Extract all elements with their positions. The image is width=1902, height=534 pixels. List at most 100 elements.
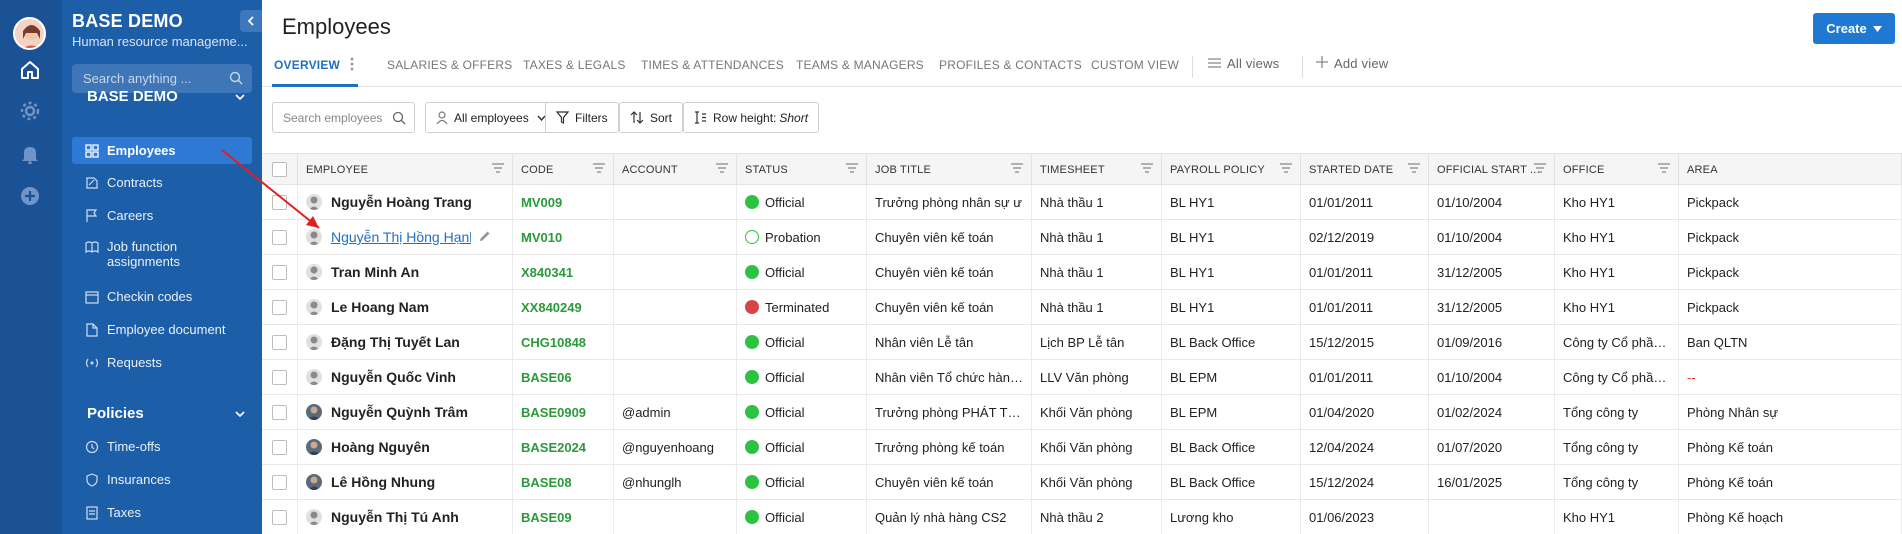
collapse-sidebar-button[interactable] bbox=[240, 10, 262, 32]
column-header-code[interactable]: CODE bbox=[513, 154, 614, 185]
employee-name[interactable]: Tran Minh An bbox=[331, 264, 419, 280]
column-filter-icon[interactable] bbox=[846, 163, 858, 176]
row-height-button[interactable]: Row height: Short bbox=[683, 102, 820, 133]
column-header-office[interactable]: OFFICE bbox=[1555, 154, 1679, 185]
row-checkbox[interactable] bbox=[272, 509, 287, 525]
employee-name[interactable]: Nguyễn Thị Tú Anh bbox=[331, 509, 459, 525]
section-policies[interactable]: Policies bbox=[87, 405, 245, 422]
filters-button[interactable]: Filters bbox=[545, 102, 619, 133]
column-filter-icon[interactable] bbox=[593, 163, 605, 176]
column-filter-icon[interactable] bbox=[1141, 163, 1153, 176]
cell-employee[interactable]: Nguyễn Quốc Vinh bbox=[298, 360, 513, 394]
column-filter-icon[interactable] bbox=[1011, 163, 1023, 176]
sidebar-item-careers[interactable]: Careers bbox=[72, 202, 252, 229]
tab-times-attendances[interactable]: TIMES & ATTENDANCES bbox=[641, 58, 784, 72]
employee-name[interactable]: Nguyễn Thị Hồng Hạnh bbox=[331, 229, 471, 245]
column-header-employee[interactable]: EMPLOYEE bbox=[298, 154, 513, 185]
all-views-button[interactable]: All views bbox=[1208, 56, 1279, 71]
sidebar-item-insurances[interactable]: Insurances bbox=[72, 466, 252, 493]
tab-custom-view[interactable]: CUSTOM VIEW bbox=[1091, 58, 1179, 72]
sidebar-item-requests[interactable]: Requests bbox=[72, 349, 252, 376]
all-employees-dropdown[interactable]: All employees bbox=[425, 102, 557, 133]
row-checkbox[interactable] bbox=[272, 439, 287, 455]
tab-teams-managers[interactable]: TEAMS & MANAGERS bbox=[796, 58, 924, 72]
column-header-started-date[interactable]: STARTED DATE bbox=[1301, 154, 1429, 185]
column-header-official-start[interactable]: OFFICIAL START ... bbox=[1429, 154, 1555, 185]
column-header-status[interactable]: STATUS bbox=[737, 154, 867, 185]
create-button[interactable]: Create bbox=[1813, 13, 1895, 44]
table-row[interactable]: Nguyễn Thị Tú Anh BASE09 Official Quản lý n… bbox=[262, 500, 1902, 534]
column-header-payroll-policy[interactable]: PAYROLL POLICY bbox=[1162, 154, 1301, 185]
cell-timesheet: Khối Văn phòng bbox=[1032, 430, 1162, 464]
tab-taxes-legals[interactable]: TAXES & LEGALS bbox=[523, 58, 626, 72]
column-filter-icon[interactable] bbox=[716, 163, 728, 176]
row-checkbox[interactable] bbox=[272, 369, 287, 385]
table-row[interactable]: Tran Minh An X840341 Official Chuyên viên k… bbox=[262, 255, 1902, 290]
column-filter-icon[interactable] bbox=[492, 163, 504, 176]
employee-name[interactable]: Hoàng Nguyên bbox=[331, 439, 430, 455]
table-row[interactable]: Le Hoang Nam XX840249 Terminated Chuyên viê… bbox=[262, 290, 1902, 325]
column-filter-icon[interactable] bbox=[1534, 163, 1546, 176]
column-header-timesheet[interactable]: TIMESHEET bbox=[1032, 154, 1162, 185]
add-view-button[interactable]: Add view bbox=[1316, 56, 1388, 71]
employee-name[interactable]: Đặng Thị Tuyết Lan bbox=[331, 334, 460, 350]
cell-employee[interactable]: Nguyễn Thị Hồng Hạnh bbox=[298, 220, 513, 254]
home-icon[interactable] bbox=[17, 57, 43, 83]
cell-employee[interactable]: Đặng Thị Tuyết Lan bbox=[298, 325, 513, 359]
column-header-account[interactable]: ACCOUNT bbox=[614, 154, 737, 185]
table-row[interactable]: Lê Hồng Nhung BASE08 @nhunglh Official Chuyê… bbox=[262, 465, 1902, 500]
employee-name[interactable]: Lê Hồng Nhung bbox=[331, 474, 435, 490]
sidebar-item-contracts[interactable]: Contracts bbox=[72, 169, 252, 196]
column-filter-icon[interactable] bbox=[1408, 163, 1420, 176]
cell-employee[interactable]: Hoàng Nguyên bbox=[298, 430, 513, 464]
cell-employee[interactable]: Nguyễn Hoàng Trang bbox=[298, 185, 513, 219]
row-checkbox[interactable] bbox=[272, 264, 287, 280]
row-checkbox[interactable] bbox=[272, 474, 287, 490]
table-row[interactable]: Nguyễn Quốc Vinh BASE06 Official Nhân viên … bbox=[262, 360, 1902, 395]
settings-gear-icon[interactable] bbox=[17, 98, 43, 124]
sort-button[interactable]: Sort bbox=[619, 102, 684, 133]
row-checkbox[interactable] bbox=[272, 229, 287, 245]
cell-employee[interactable]: Nguyễn Thị Tú Anh bbox=[298, 500, 513, 534]
column-filter-icon[interactable] bbox=[1658, 163, 1670, 176]
payroll-policy-value: BL Back Office bbox=[1170, 439, 1256, 455]
employee-name[interactable]: Nguyễn Quốc Vinh bbox=[331, 369, 456, 385]
employee-name[interactable]: Le Hoang Nam bbox=[331, 299, 429, 315]
employee-name[interactable]: Nguyễn Quỳnh Trâm bbox=[331, 404, 468, 420]
notification-bell-icon[interactable] bbox=[17, 141, 43, 167]
sidebar-item-employee-document[interactable]: Employee document bbox=[72, 316, 252, 343]
search-employees-input[interactable]: Search employees bbox=[272, 102, 415, 133]
sidebar-item-employees[interactable]: Employees bbox=[72, 137, 252, 164]
user-avatar[interactable] bbox=[13, 17, 46, 50]
select-all-checkbox[interactable] bbox=[272, 162, 287, 177]
section-base-demo[interactable]: BASE DEMO bbox=[87, 88, 245, 105]
cell-employee[interactable]: Lê Hồng Nhung bbox=[298, 465, 513, 499]
edit-pencil-icon[interactable] bbox=[479, 229, 491, 245]
sidebar-item-checkin-codes[interactable]: Checkin codes bbox=[72, 283, 252, 310]
sidebar-item-time-offs[interactable]: Time-offs bbox=[72, 433, 252, 460]
column-header-job-title[interactable]: JOB TITLE bbox=[867, 154, 1032, 185]
row-checkbox[interactable] bbox=[272, 194, 287, 210]
sidebar-item-job-function-assignments[interactable]: Job function assignments bbox=[72, 236, 252, 276]
table-row[interactable]: Nguyễn Quỳnh Trâm BASE0909 @admin Official T… bbox=[262, 395, 1902, 430]
row-checkbox[interactable] bbox=[272, 334, 287, 350]
row-checkbox[interactable] bbox=[272, 404, 287, 420]
cell-employee[interactable]: Tran Minh An bbox=[298, 255, 513, 289]
row-checkbox[interactable] bbox=[272, 299, 287, 315]
cell-employee[interactable]: Nguyễn Quỳnh Trâm bbox=[298, 395, 513, 429]
employee-avatar bbox=[306, 369, 322, 385]
employee-name[interactable]: Nguyễn Hoàng Trang bbox=[331, 194, 472, 210]
sidebar-item-taxes[interactable]: Taxes bbox=[72, 499, 252, 526]
tab-salaries-offers[interactable]: SALARIES & OFFERS bbox=[387, 58, 512, 72]
tab-profiles-contacts[interactable]: PROFILES & CONTACTS bbox=[939, 58, 1082, 72]
table-row[interactable]: Đặng Thị Tuyết Lan CHG10848 Official Nhân v… bbox=[262, 325, 1902, 360]
tab-overview[interactable]: OVERVIEW bbox=[274, 58, 340, 72]
table-row[interactable]: Nguyễn Hoàng Trang MV009 Official Trưởng ph… bbox=[262, 185, 1902, 220]
column-header-area[interactable]: AREA bbox=[1679, 154, 1902, 185]
table-row[interactable]: Nguyễn Thị Hồng Hạnh MV010 Probation Chuyên… bbox=[262, 220, 1902, 255]
cell-employee[interactable]: Le Hoang Nam bbox=[298, 290, 513, 324]
add-circle-icon[interactable] bbox=[17, 183, 43, 209]
more-options-icon[interactable] bbox=[350, 57, 354, 74]
column-filter-icon[interactable] bbox=[1280, 163, 1292, 176]
table-row[interactable]: Hoàng Nguyên BASE2024 @nguyenhoang Official… bbox=[262, 430, 1902, 465]
